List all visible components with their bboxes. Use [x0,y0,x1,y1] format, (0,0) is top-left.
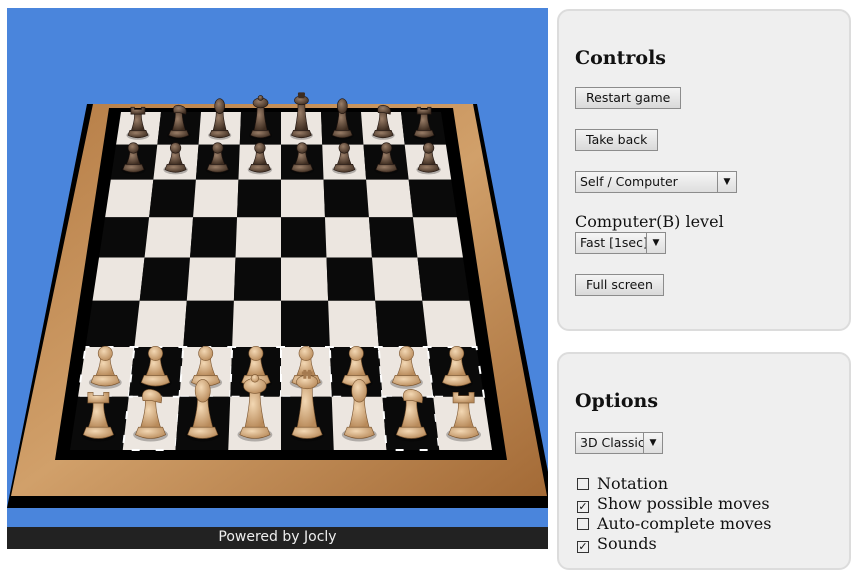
sounds-label: Sounds [597,534,657,553]
board-square[interactable] [139,257,191,301]
board-square[interactable] [412,217,463,258]
restart-game-button[interactable]: Restart game [575,87,682,109]
options-panel: Options 3D Classic ▼ Notation ✓ Show poss… [557,352,851,570]
board-square[interactable] [233,257,281,301]
board-square[interactable] [149,179,196,218]
board-square[interactable] [99,217,150,258]
board-square[interactable] [190,217,238,258]
auto-complete-moves-label: Auto-complete moves [597,514,772,533]
board-square[interactable] [422,300,477,348]
checkbox-icon [577,478,589,490]
chess-board[interactable] [7,8,548,527]
chevron-down-icon: ▼ [646,233,665,253]
powered-by-footer: Powered by Jocly [7,527,548,549]
board-square[interactable] [375,300,428,348]
notation-checkbox[interactable]: Notation [577,474,668,494]
board-square[interactable] [183,300,234,348]
board-square[interactable] [134,300,187,348]
board-square[interactable] [371,257,423,301]
board-square[interactable] [85,300,140,348]
checkbox-icon: ✓ [577,540,589,553]
board-square[interactable] [281,217,327,258]
show-possible-moves-label: Show possible moves [597,494,770,513]
board-square[interactable] [326,257,376,301]
computer-level-label: Computer(B) level [575,212,724,231]
sounds-checkbox[interactable]: ✓ Sounds [577,534,657,554]
board-square[interactable] [328,300,379,348]
board-square[interactable] [366,179,413,218]
play-mode-select[interactable]: Self / Computer ▼ [575,171,737,193]
board-square[interactable] [232,300,281,348]
board-square[interactable] [368,217,418,258]
board-square[interactable] [408,179,457,218]
take-back-button[interactable]: Take back [575,129,659,151]
board-square[interactable] [186,257,236,301]
computer-level-value: Fast [1sec] [580,235,648,250]
play-mode-value: Self / Computer [580,174,678,189]
chevron-down-icon: ▼ [643,433,662,453]
skin-value: 3D Classic [580,435,645,450]
board-square[interactable] [281,300,330,348]
board-square[interactable] [92,257,145,301]
chevron-down-icon: ▼ [717,172,736,192]
checkbox-icon [577,518,589,530]
board-square[interactable] [281,257,329,301]
board-square[interactable] [105,179,154,218]
board-square[interactable] [193,179,239,218]
full-screen-button[interactable]: Full screen [575,274,664,296]
board-square[interactable] [281,179,325,218]
show-possible-moves-checkbox[interactable]: ✓ Show possible moves [577,494,770,514]
board-square[interactable] [417,257,470,301]
game-board-viewport[interactable] [7,8,548,527]
checkbox-icon: ✓ [577,500,589,513]
options-title: Options [575,390,659,412]
skin-select[interactable]: 3D Classic ▼ [575,432,663,454]
notation-label: Notation [597,474,669,493]
board-square[interactable] [235,217,281,258]
board-square[interactable] [237,179,281,218]
controls-panel: Controls Restart game Take back Self / C… [557,9,851,331]
board-square[interactable] [144,217,194,258]
board-square[interactable] [323,179,369,218]
board-square[interactable] [324,217,372,258]
computer-level-select[interactable]: Fast [1sec] ▼ [575,232,666,254]
auto-complete-moves-checkbox[interactable]: Auto-complete moves [577,514,771,534]
controls-title: Controls [575,47,666,69]
